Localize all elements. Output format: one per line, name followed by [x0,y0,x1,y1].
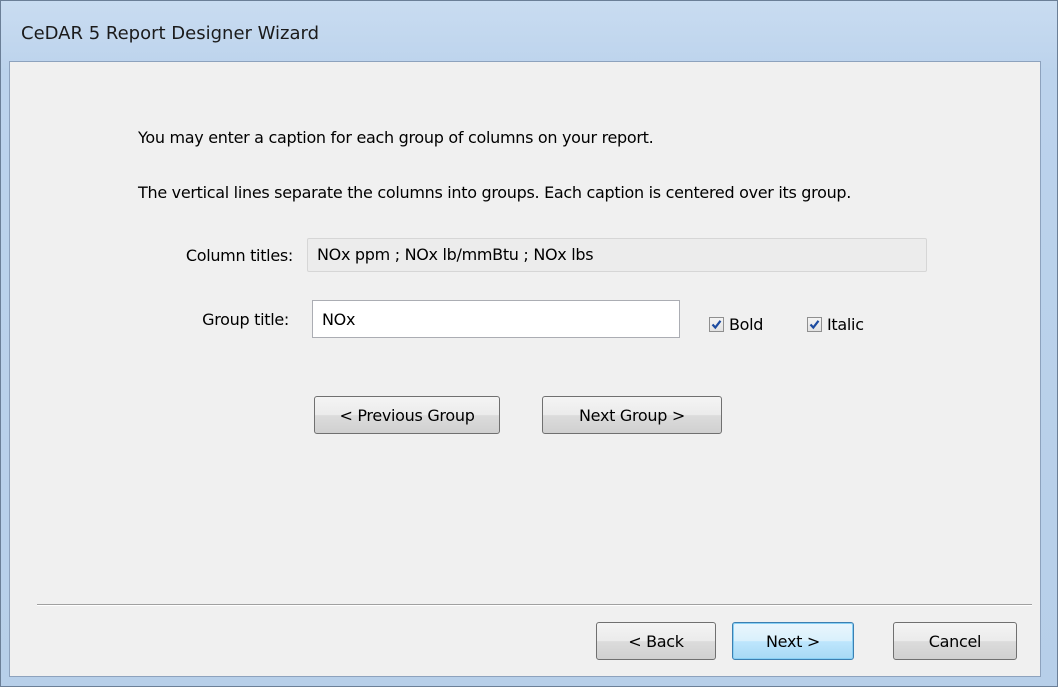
next-group-button[interactable]: Next Group > [542,396,722,434]
group-title-label: Group title: [202,310,289,329]
bold-checkbox-box[interactable] [709,317,724,332]
italic-checkbox-label: Italic [827,315,864,334]
italic-checkbox[interactable]: Italic [807,315,864,334]
column-titles-label: Column titles: [185,246,293,265]
column-titles-field: NOx ppm ; NOx lb/mmBtu ; NOx lbs [307,238,927,272]
cancel-button[interactable]: Cancel [893,622,1017,660]
back-button[interactable]: < Back [596,622,716,660]
instruction-line-2: The vertical lines separate the columns … [138,183,852,202]
next-button[interactable]: Next > [732,622,854,660]
bold-checkbox[interactable]: Bold [709,315,763,334]
italic-checkbox-box[interactable] [807,317,822,332]
previous-group-button[interactable]: < Previous Group [314,396,500,434]
wizard-client-area: You may enter a caption for each group o… [9,61,1041,677]
wizard-window: CeDAR 5 Report Designer Wizard You may e… [0,0,1058,687]
title-bar[interactable]: CeDAR 5 Report Designer Wizard [1,1,1057,61]
instruction-line-1: You may enter a caption for each group o… [138,128,654,147]
bold-checkbox-label: Bold [729,315,764,334]
checkmark-icon [809,320,820,330]
footer-divider [37,604,1032,606]
checkmark-icon [711,320,722,330]
window-title: CeDAR 5 Report Designer Wizard [21,23,320,44]
group-title-input[interactable] [312,300,680,338]
